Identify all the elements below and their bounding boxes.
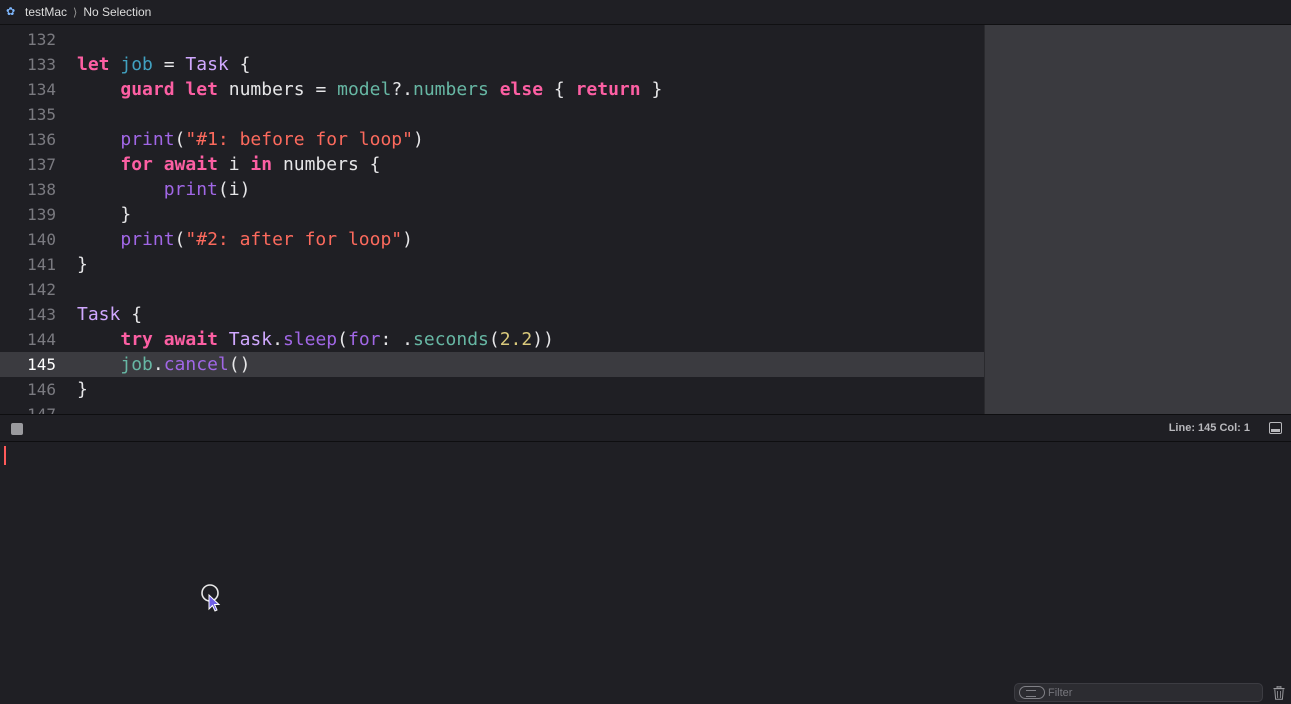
code-text[interactable]: print("#1: before for loop") [77,127,423,152]
line-number: 143 [27,305,56,324]
code-text[interactable]: } [77,377,88,402]
jump-bar: ✿ testMac ⟩ No Selection [0,0,1291,25]
code-line[interactable]: 145 job.cancel() [0,352,984,377]
line-number: 142 [27,280,56,299]
line-number: 136 [27,130,56,149]
line-number: 133 [27,55,56,74]
code-line[interactable]: 134 guard let numbers = model?.numbers e… [0,77,984,102]
breadcrumb-project[interactable]: testMac [25,5,67,19]
code-text[interactable]: } [77,202,131,227]
code-line[interactable]: 138 print(i) [0,177,984,202]
code-line[interactable]: 135 [0,102,984,127]
line-col-status: Line: 145 Col: 1 [1168,422,1250,434]
console-area[interactable] [0,442,1291,704]
line-number: 141 [27,255,56,274]
code-line[interactable]: 133 let job = Task { [0,52,984,77]
code-line[interactable]: 142 [0,277,984,302]
source-editor[interactable]: 132 133 let job = Task {134 guard let numb… [0,25,984,414]
code-line[interactable]: 143 Task { [0,302,984,327]
code-line[interactable]: 141} [0,252,984,277]
filter-icon[interactable] [1019,686,1045,699]
code-text[interactable]: Task { [77,302,142,327]
code-text[interactable]: print("#2: after for loop") [77,227,413,252]
code-text[interactable]: guard let numbers = model?.numbers else … [77,77,662,102]
code-text[interactable]: job.cancel() [77,352,250,377]
line-number: 135 [27,105,56,124]
mouse-pointer-icon [201,584,221,612]
code-line[interactable]: 137 for await i in numbers { [0,152,984,177]
breadcrumb-selection[interactable]: No Selection [83,5,151,19]
code-line[interactable]: 139 } [0,202,984,227]
line-number: 138 [27,180,56,199]
debug-bar: Line: 145 Col: 1 [0,414,1291,442]
filter-input[interactable] [1048,684,1258,701]
line-number: 146 [27,380,56,399]
line-number: 145 [27,355,56,374]
code-text[interactable]: print(i) [77,177,251,202]
swift-icon[interactable]: ✿ [6,6,20,18]
line-number: 137 [27,155,56,174]
trash-icon[interactable] [1273,686,1285,700]
filter-field[interactable] [1014,683,1263,702]
code-line[interactable]: 140 print("#2: after for loop") [0,227,984,252]
line-number: 144 [27,330,56,349]
code-line[interactable]: 146} [0,377,984,402]
code-line[interactable]: 136 print("#1: before for loop") [0,127,984,152]
code-text[interactable]: let job = Task { [77,52,250,77]
line-number: 140 [27,230,56,249]
code-line[interactable]: 132 [0,27,984,52]
line-number: 147 [0,402,56,414]
panel-toggle-icon[interactable] [1269,422,1282,434]
line-number: 134 [27,80,56,99]
line-number: 139 [27,205,56,224]
stop-icon[interactable] [11,423,23,435]
code-line[interactable]: 144 try await Task.sleep(for: .seconds(2… [0,327,984,352]
code-text[interactable]: for await i in numbers { [77,152,380,177]
text-caret [4,446,6,465]
minimap[interactable] [984,25,1291,414]
breadcrumb-chevron-icon: ⟩ [73,6,78,19]
code-line[interactable]: 147 [0,402,984,414]
code-text[interactable]: try await Task.sleep(for: .seconds(2.2)) [77,327,554,352]
line-number: 132 [27,30,56,49]
code-text[interactable]: } [77,252,88,277]
